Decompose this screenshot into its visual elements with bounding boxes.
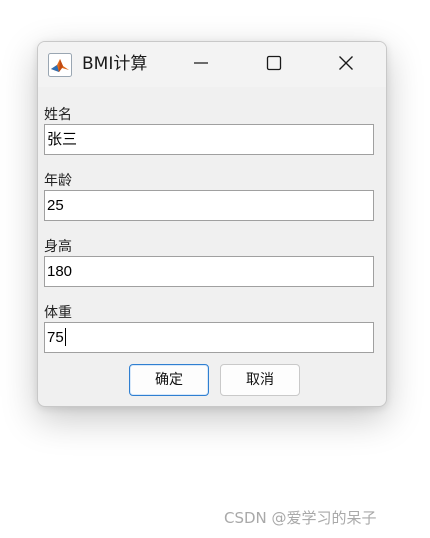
name-label: 姓名 [44,107,72,123]
text-caret [64,328,66,347]
title-bar[interactable]: BMI计算 [38,42,386,87]
age-field[interactable]: 25 [44,190,374,221]
minimize-button[interactable] [178,42,224,87]
name-value: 张三 [47,131,78,148]
ok-button[interactable]: 确定 [129,364,209,396]
window-title: BMI计算 [82,54,148,74]
name-field[interactable]: 张三 [44,124,374,155]
maximize-button[interactable] [251,42,297,87]
maximize-icon [266,55,282,75]
height-field[interactable]: 180 [44,256,374,287]
cancel-button[interactable]: 取消 [220,364,300,396]
age-value: 25 [47,197,64,214]
watermark-text: CSDN @爱学习的呆子 [224,509,377,527]
close-icon [338,55,354,75]
close-button[interactable] [323,42,369,87]
height-value: 180 [47,263,73,280]
weight-label: 体重 [44,305,72,321]
weight-field[interactable]: 75 [44,322,374,353]
height-label: 身高 [44,239,72,255]
bmi-dialog-window: BMI计算 姓名 张三 年龄 25 身高 180 体重 75 确定 取消 [37,41,387,407]
weight-value: 75 [47,329,64,346]
matlab-icon [48,53,72,77]
age-label: 年龄 [44,173,72,189]
minimize-icon [193,55,209,75]
